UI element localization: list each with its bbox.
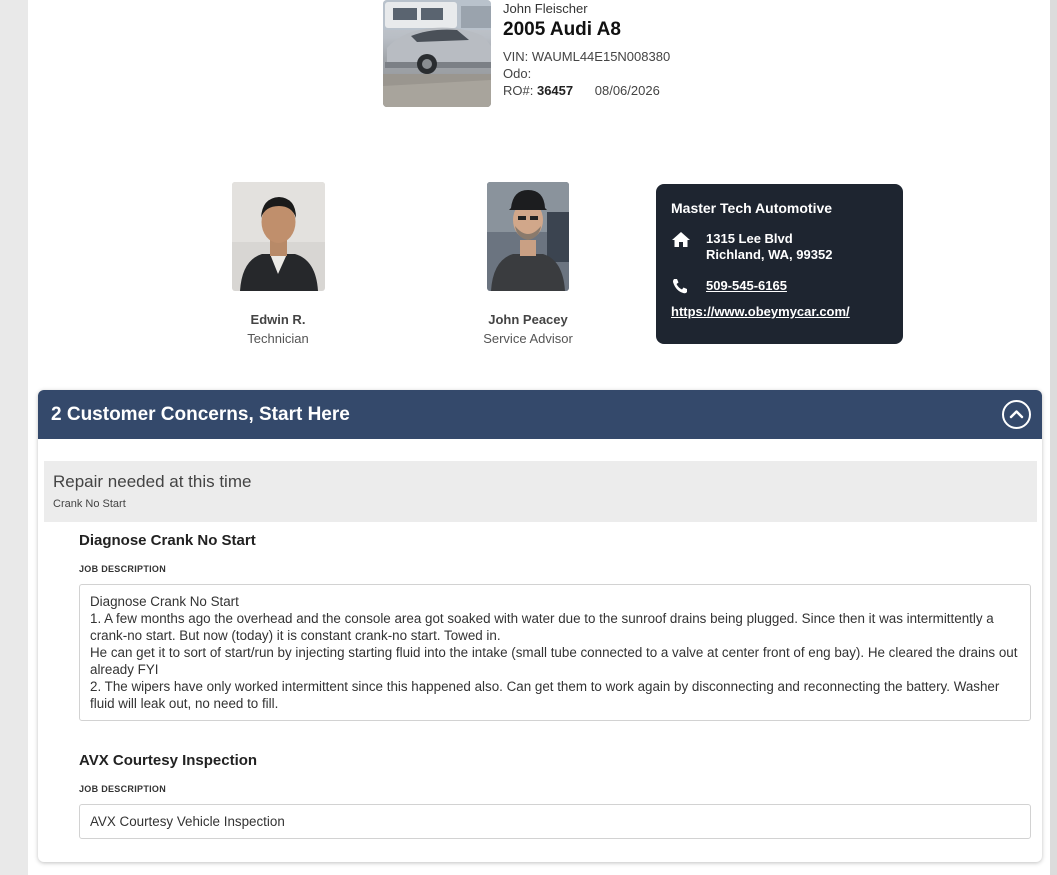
page: John Fleischer 2005 Audi A8 VIN: WAUML44… [28, 0, 1050, 875]
technician-name: Edwin R. [250, 312, 306, 327]
technician-avatar [231, 182, 325, 291]
phone-icon [671, 278, 691, 294]
job-description-field[interactable]: AVX Courtesy Vehicle Inspection [79, 804, 1031, 839]
vin-value: WAUML44E15N008380 [531, 49, 671, 64]
shop-phone-row: 509-545-6165 [671, 278, 888, 294]
shop-card: Master Tech Automotive 1315 Lee Blvd Ric… [656, 184, 903, 344]
customer-name: John Fleischer [503, 1, 588, 16]
job-description-field[interactable]: Diagnose Crank No Start 1. A few months … [79, 584, 1031, 721]
ro-date: 08/06/2026 [594, 83, 660, 98]
vehicle-title: 2005 Audi A8 [503, 19, 621, 40]
vin-line: VIN: WAUML44E15N008380 [503, 48, 670, 65]
home-icon [671, 231, 691, 247]
job-description-label: JOB DESCRIPTION [79, 564, 167, 574]
technician-card: Edwin R. Technician [218, 182, 338, 346]
scrollbar-track[interactable] [1050, 0, 1057, 875]
advisor-name: John Peacey [488, 312, 568, 327]
vehicle-info: John Fleischer 2005 Audi A8 VIN: WAUML44… [503, 0, 670, 99]
shop-phone-link[interactable]: 509-545-6165 [706, 278, 787, 294]
chevron-up-icon [1009, 410, 1024, 419]
concerns-panel-title: 2 Customer Concerns, Start Here [51, 403, 350, 425]
job-title: AVX Courtesy Inspection [79, 752, 258, 769]
collapse-button[interactable] [1002, 400, 1031, 429]
shop-address-line1: 1315 Lee Blvd [706, 231, 793, 246]
job-title: Diagnose Crank No Start [79, 532, 256, 549]
shop-name: Master Tech Automotive [671, 200, 833, 216]
ro-line: RO#: 36457 08/06/2026 [503, 82, 670, 99]
shop-address-line2: Richland, WA, 99352 [706, 247, 833, 262]
ro-label: RO#: [503, 83, 534, 98]
odo-label: Odo: [503, 66, 532, 81]
advisor-card: John Peacey Service Advisor [468, 182, 588, 346]
technician-role: Technician [247, 331, 309, 346]
vehicle-photo [383, 0, 491, 107]
concerns-panel: 2 Customer Concerns, Start Here Repair n… [38, 390, 1042, 862]
shop-address: 1315 Lee Blvd Richland, WA, 99352 [671, 231, 888, 263]
job-item: Diagnose Crank No Start JOB DESCRIPTION … [79, 532, 1031, 721]
vin-label: VIN: [503, 49, 529, 64]
advisor-role: Service Advisor [483, 331, 573, 346]
concern-summary: Repair needed at this time Crank No Star… [44, 461, 1037, 522]
shop-website-link[interactable]: https://www.obeymycar.com/ [671, 304, 888, 319]
job-item: AVX Courtesy Inspection JOB DESCRIPTION … [79, 752, 1031, 839]
odo-line: Odo: [503, 65, 670, 82]
concerns-panel-header[interactable]: 2 Customer Concerns, Start Here [38, 390, 1042, 439]
ro-number: 36457 [536, 83, 574, 98]
advisor-avatar [487, 182, 569, 291]
concern-title: Repair needed at this time [53, 472, 252, 491]
concern-subtitle: Crank No Start [53, 498, 126, 510]
shop-address-lines: 1315 Lee Blvd Richland, WA, 99352 [706, 231, 832, 263]
job-description-label: JOB DESCRIPTION [79, 784, 167, 794]
